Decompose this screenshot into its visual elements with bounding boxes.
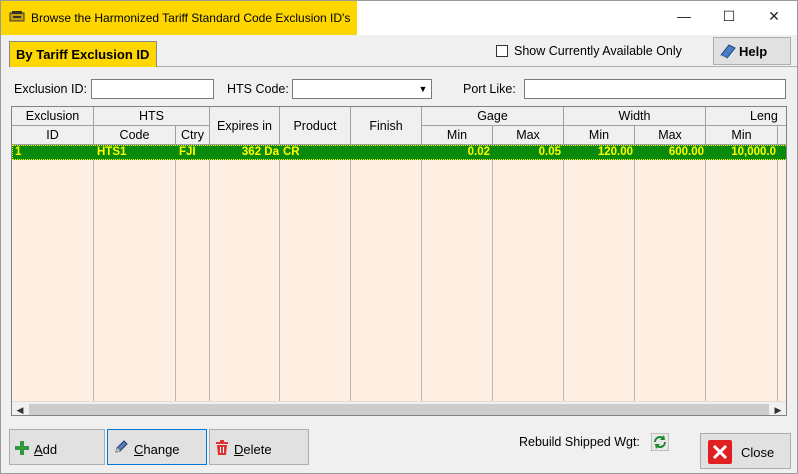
- app-icon: [9, 11, 25, 23]
- exclusion-id-label: Exclusion ID:: [14, 82, 87, 96]
- window-close-button[interactable]: ✕: [751, 1, 797, 31]
- column-divider: [492, 155, 493, 403]
- column-divider: [93, 155, 94, 403]
- show-available-checkbox[interactable]: [496, 45, 508, 57]
- hts-code-combo[interactable]: ▼: [292, 79, 432, 99]
- column-divider: [421, 155, 422, 403]
- add-label: Add: [34, 442, 58, 457]
- refresh-icon[interactable]: [650, 432, 670, 452]
- header-id[interactable]: ID: [12, 126, 94, 145]
- delete-button[interactable]: Delete: [209, 429, 309, 465]
- column-divider: [279, 155, 280, 403]
- header-code[interactable]: Code: [94, 126, 176, 145]
- pencil-icon: [113, 439, 129, 458]
- header-length: Leng: [706, 107, 786, 126]
- close-button[interactable]: Close: [700, 433, 791, 469]
- header-product[interactable]: Product: [280, 107, 351, 145]
- row-focus-outline: [12, 145, 786, 160]
- trash-icon: [215, 440, 229, 459]
- scrollbar-thumb[interactable]: [29, 404, 769, 415]
- header-gage: Gage: [422, 107, 564, 126]
- header-expires-in[interactable]: Expires in: [210, 107, 280, 145]
- column-divider: [705, 155, 706, 403]
- header-gage-max[interactable]: Max: [493, 126, 564, 145]
- browse-hts-exclusion-window: Browse the Harmonized Tariff Standard Co…: [0, 0, 798, 474]
- column-divider: [563, 155, 564, 403]
- header-width-max[interactable]: Max: [635, 126, 706, 145]
- scroll-right-icon[interactable]: ▶: [770, 402, 786, 415]
- scroll-left-icon[interactable]: ◀: [12, 402, 28, 415]
- header-width-min[interactable]: Min: [564, 126, 635, 145]
- header-filler: [778, 126, 786, 145]
- tab-by-tariff-exclusion-id[interactable]: By Tariff Exclusion ID: [9, 41, 157, 67]
- minimize-button[interactable]: —: [661, 1, 707, 31]
- dropdown-arrow-icon[interactable]: ▼: [415, 80, 431, 98]
- rebuild-shipped-wgt-label: Rebuild Shipped Wgt:: [519, 435, 640, 449]
- hts-code-label: HTS Code:: [227, 82, 289, 96]
- header-hts: HTS: [94, 107, 210, 126]
- column-divider: [634, 155, 635, 403]
- change-label: Change: [134, 442, 180, 457]
- close-label: Close: [741, 445, 775, 460]
- add-button[interactable]: Add: [9, 429, 105, 465]
- show-available-label: Show Currently Available Only: [514, 44, 682, 58]
- change-button[interactable]: Change: [107, 429, 207, 465]
- exclusion-id-input[interactable]: [91, 79, 214, 99]
- exclusion-grid[interactable]: Exclusion HTS Expires in Product Finish …: [11, 106, 787, 416]
- header-finish[interactable]: Finish: [351, 107, 422, 145]
- column-divider: [209, 155, 210, 403]
- plus-icon: [14, 440, 30, 459]
- help-book-icon: [719, 43, 737, 62]
- help-label: Help: [739, 44, 768, 59]
- header-gage-min[interactable]: Min: [422, 126, 493, 145]
- header-width: Width: [564, 107, 706, 126]
- header-ctry[interactable]: Ctry: [176, 126, 210, 145]
- tab-divider: [157, 66, 797, 67]
- port-like-input[interactable]: [524, 79, 786, 99]
- horizontal-scrollbar[interactable]: ◀ ▶: [12, 401, 786, 415]
- column-divider: [777, 155, 778, 403]
- maximize-button[interactable]: ☐: [706, 1, 752, 31]
- header-exclusion: Exclusion: [12, 107, 94, 126]
- close-x-icon: [708, 440, 732, 464]
- column-divider: [175, 155, 176, 403]
- delete-label: Delete: [234, 442, 272, 457]
- window-title: Browse the Harmonized Tariff Standard Co…: [31, 11, 351, 25]
- port-like-label: Port Like:: [463, 82, 516, 96]
- help-button[interactable]: Help: [713, 37, 791, 65]
- header-length-min[interactable]: Min: [706, 126, 778, 145]
- column-divider: [350, 155, 351, 403]
